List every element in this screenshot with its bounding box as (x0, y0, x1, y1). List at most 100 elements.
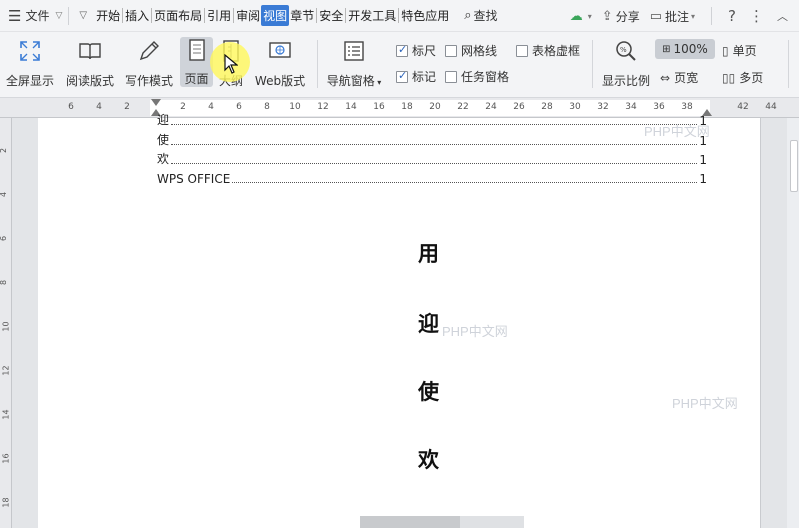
tab-divider (345, 8, 347, 23)
toc-entry-text: 迎 (157, 113, 170, 127)
task-pane-checkbox[interactable]: 任务窗格 (445, 68, 509, 85)
heading-char[interactable]: 欢 (418, 444, 439, 474)
vertical-ruler-tick-label: 4 (0, 192, 8, 197)
page-view-button[interactable]: 页面 (180, 37, 213, 87)
fullscreen-label: 全屏显示 (5, 74, 54, 88)
scrollbar-thumb[interactable] (790, 140, 798, 192)
toc-entry[interactable]: 迎 1 (157, 112, 707, 128)
tab-page-layout[interactable]: 页面布局 (153, 5, 203, 26)
zoom-button[interactable]: % 显示比例 (596, 38, 656, 89)
toc-entry[interactable]: 欢 1 (157, 151, 707, 167)
tab-insert[interactable]: 插入 (124, 5, 150, 26)
nav-pane-button[interactable]: 导航窗格 ▾ (322, 38, 386, 89)
toc-leader (171, 163, 698, 164)
search-button[interactable]: ⌕ 查找 (464, 7, 497, 24)
ruler-tick-label: 36 (653, 102, 665, 112)
ruler-tick-label: 18 (401, 102, 413, 112)
zoom-100-button[interactable]: ⊞ 100% (655, 39, 715, 59)
ruler-tick-label: 20 (429, 102, 441, 112)
tab-view[interactable]: 视图 (261, 5, 290, 26)
writing-mode-button[interactable]: 写作模式 (119, 38, 179, 89)
ruler-tick-label: 16 (373, 102, 385, 112)
tab-special-apps[interactable]: 特色应用 (400, 5, 450, 26)
ruler-tick-label: 14 (345, 102, 357, 112)
toc-entry[interactable]: 使 1 (157, 132, 707, 148)
toc-leader (171, 124, 698, 125)
ruler-tick-label: 2 (124, 102, 130, 112)
ruler-tick-label: 24 (485, 102, 497, 112)
bottom-overlay (460, 516, 524, 528)
web-layout-button[interactable]: Web版式 (250, 38, 310, 89)
more-button[interactable]: ⋮ (749, 7, 767, 25)
cloud-sync-button[interactable]: ☁ ▾ (570, 9, 592, 24)
ruler-tick-label: 6 (68, 102, 74, 112)
right-scroll-rail[interactable] (787, 118, 799, 528)
vertical-ruler[interactable]: 2 4 6 8 10 12 14 16 18 (0, 118, 12, 528)
tab-home[interactable]: 开始 (95, 5, 121, 26)
first-line-indent-marker[interactable] (151, 99, 161, 106)
vertical-ruler-tick-label: 14 (1, 409, 11, 420)
table-dashed-checkbox[interactable]: 表格虚框 (516, 42, 580, 59)
share-label: 分享 (615, 9, 640, 24)
zoom-100-icon: ⊞ (662, 43, 671, 55)
tab-references[interactable]: 引用 (206, 5, 232, 26)
comment-icon: ▭ (649, 8, 662, 24)
ruler-tick-label: 2 (180, 102, 186, 112)
gridline-checkbox[interactable]: 网格线 (445, 42, 497, 59)
vertical-ruler-tick-label: 16 (1, 453, 11, 464)
table-dashed-label: 表格虚框 (532, 44, 581, 58)
reading-layout-button[interactable]: 阅读版式 (60, 38, 120, 89)
single-page-button[interactable]: ▯ 单页 (722, 42, 757, 59)
heading-char[interactable]: 使 (418, 376, 439, 406)
multi-page-button[interactable]: ▯▯ 多页 (722, 69, 763, 86)
heading-char[interactable]: 迎 (418, 308, 439, 338)
ruler-tick-label: 10 (289, 102, 301, 112)
toc-entry-text: 使 (157, 133, 170, 147)
document-workspace[interactable]: 迎 1 使 1 欢 1 WPS OFFICE 1 用 迎 使 欢 PHP中文网 … (12, 113, 799, 528)
page-width-button[interactable]: ⇔ 页宽 (660, 69, 698, 86)
document-page[interactable]: 迎 1 使 1 欢 1 WPS OFFICE 1 用 迎 使 欢 PHP中文网 … (38, 113, 760, 528)
vertical-ruler-tick-label: 10 (1, 321, 11, 332)
multi-page-icon: ▯▯ (722, 70, 736, 85)
question-icon: ? (728, 7, 736, 25)
share-button[interactable]: ⇪ 分享 (602, 8, 640, 25)
watermark: PHP中文网 (442, 324, 508, 339)
page-icon (184, 37, 210, 62)
help-button[interactable]: ? (728, 7, 739, 25)
zoom-value: 100% (673, 42, 708, 56)
tab-chapter[interactable]: 章节 (289, 5, 315, 26)
mark-checkbox[interactable]: 标记 (396, 68, 436, 85)
tab-developer[interactable]: 开发工具 (347, 5, 397, 26)
checkbox-checked-icon (396, 69, 408, 83)
checkbox-icon (516, 44, 528, 57)
chevron-down-icon: ▾ (691, 11, 696, 21)
divider (317, 40, 318, 88)
toc-leader (171, 144, 698, 145)
toc-entry-text: 欢 (157, 152, 170, 166)
ruler-tick-label: 32 (597, 102, 609, 112)
multi-page-label: 多页 (739, 71, 764, 85)
tab-review[interactable]: 审阅 (235, 5, 261, 26)
toc-leader (232, 182, 698, 183)
tab-security[interactable]: 安全 (318, 5, 344, 26)
task-pane-label: 任务窗格 (461, 70, 510, 84)
web-layout-label: Web版式 (254, 74, 306, 88)
tab-divider (233, 8, 235, 23)
collapse-ribbon-button[interactable]: ︿ (777, 8, 791, 24)
fullscreen-button[interactable]: 全屏显示 (0, 38, 60, 89)
quick-access-chevron-icon[interactable]: ▽ (79, 10, 87, 21)
ruler-checkbox[interactable]: 标尺 (396, 42, 436, 59)
page-width-icon: ⇔ (660, 70, 671, 85)
hamburger-icon: ☰ (8, 6, 22, 25)
reading-layout-label: 阅读版式 (65, 74, 114, 88)
heading-char[interactable]: 用 (418, 238, 439, 268)
watermark: PHP中文网 (644, 124, 710, 139)
watermark: PHP中文网 (672, 396, 738, 411)
file-menu[interactable]: ☰ 文件 ▽ (0, 0, 62, 32)
mark-label: 标记 (412, 70, 437, 84)
ruler-tick-label: 42 (737, 102, 749, 112)
toc-entry[interactable]: WPS OFFICE 1 (157, 170, 707, 186)
vertical-ruler-tick-label: 18 (1, 497, 11, 508)
cloud-sync-icon: ☁ (569, 8, 583, 24)
comment-button[interactable]: ▭ 批注 ▾ (650, 8, 695, 25)
